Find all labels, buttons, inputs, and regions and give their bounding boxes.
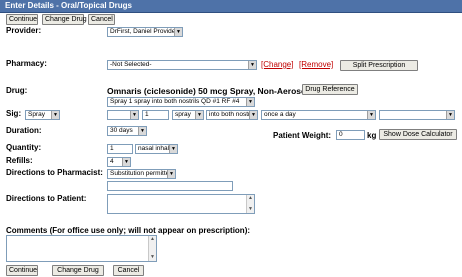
duration-select[interactable]: 30 days ▼ <box>107 126 147 136</box>
cancel-button-bottom[interactable]: Cancel <box>113 265 144 276</box>
sig-preset-select[interactable]: Spray 1 spray into both nostrils QD #1 R… <box>107 97 255 107</box>
scroll-down-icon[interactable]: ▼ <box>149 254 156 261</box>
pharmacy-select[interactable]: -Not Selected- ▼ <box>107 60 257 70</box>
sig-label: Sig: <box>6 109 22 118</box>
sig-unit-select[interactable]: spray ▼ <box>172 110 204 120</box>
drug-reference-button[interactable]: Drug Reference <box>302 84 358 95</box>
chevron-down-icon: ▼ <box>246 98 254 106</box>
sig-type-value: Spray <box>28 111 45 118</box>
weight-unit: kg <box>367 131 377 140</box>
comments-label: Comments (For office use only; will not … <box>6 226 251 235</box>
chevron-down-icon: ▼ <box>51 111 59 119</box>
chevron-down-icon: ▼ <box>174 28 182 36</box>
comments-textarea[interactable]: ▲ ▼ <box>6 235 157 262</box>
scroll-up-icon[interactable]: ▲ <box>247 195 254 202</box>
sig-type-select[interactable]: Spray ▼ <box>25 110 60 120</box>
chevron-down-icon: ▼ <box>249 111 257 119</box>
chevron-down-icon: ▼ <box>169 145 177 153</box>
duration-value: 30 days <box>110 127 133 134</box>
drug-name: Omnaris (ciclesonide) 50 mcg Spray, Non-… <box>107 86 309 96</box>
quantity-unit-select[interactable]: nasal inhaler ▼ <box>135 144 178 154</box>
directions-patient-label: Directions to Patient: <box>6 194 87 203</box>
chevron-down-icon: ▼ <box>122 158 130 166</box>
sig-extra-select[interactable]: ▼ <box>379 110 455 120</box>
pharmacy-label: Pharmacy: <box>6 59 47 68</box>
chevron-down-icon: ▼ <box>167 170 175 178</box>
sig-frequency-select[interactable]: once a day ▼ <box>261 110 376 120</box>
chevron-down-icon: ▼ <box>138 127 146 135</box>
chevron-down-icon: ▼ <box>367 111 375 119</box>
sig-unit-value: spray <box>175 111 191 118</box>
pharmacist-note-input[interactable] <box>107 181 233 191</box>
provider-label: Provider: <box>6 26 42 35</box>
change-drug-button-bottom[interactable]: Change Drug <box>52 265 104 276</box>
continue-button-top[interactable]: Continue <box>6 14 38 25</box>
sig-frequency-value: once a day <box>264 111 296 118</box>
refills-label: Refills: <box>6 156 33 165</box>
continue-button-bottom[interactable]: Continue <box>6 265 38 276</box>
scrollbar[interactable]: ▲ ▼ <box>246 195 254 213</box>
chevron-down-icon: ▼ <box>248 61 256 69</box>
scroll-up-icon[interactable]: ▲ <box>149 236 156 243</box>
sig-preset-value: Spray 1 spray into both nostrils QD #1 R… <box>110 98 240 105</box>
duration-label: Duration: <box>6 126 42 135</box>
scrollbar[interactable]: ▲ ▼ <box>148 236 156 261</box>
scroll-down-icon[interactable]: ▼ <box>247 206 254 213</box>
directions-patient-textarea[interactable]: ▲ ▼ <box>107 194 255 214</box>
directions-pharmacist-label: Directions to Pharmacist: <box>6 168 103 177</box>
patient-weight-input[interactable]: 0 <box>336 130 365 140</box>
sig-route-select[interactable]: into both nostrils ▼ <box>206 110 258 120</box>
drug-label: Drug: <box>6 86 28 95</box>
substitution-value: Substitution permitted <box>110 170 173 177</box>
quantity-label: Quantity: <box>6 143 42 152</box>
provider-select[interactable]: DrFirst, Daniel Provider ▼ <box>107 27 183 37</box>
chevron-down-icon: ▼ <box>446 111 454 119</box>
chevron-down-icon: ▼ <box>195 111 203 119</box>
show-dose-calculator-button[interactable]: Show Dose Calculator <box>379 129 457 140</box>
pharmacy-value: -Not Selected- <box>110 61 152 68</box>
split-prescription-button[interactable]: Split Prescription <box>340 60 418 71</box>
refills-select[interactable]: 4 ▼ <box>107 157 131 167</box>
page-header: Enter Details - Oral/Topical Drugs <box>0 0 462 13</box>
provider-value: DrFirst, Daniel Provider <box>110 28 178 35</box>
chevron-down-icon: ▼ <box>130 111 138 119</box>
sig-qty-input[interactable]: 1 <box>142 110 169 120</box>
patient-weight-label: Patient Weight: <box>273 131 332 140</box>
cancel-button-top[interactable]: Cancel <box>88 14 115 25</box>
sig-action-select[interactable]: ▼ <box>107 110 139 120</box>
change-drug-button-top[interactable]: Change Drug <box>42 14 87 25</box>
quantity-input[interactable]: 1 <box>107 144 133 154</box>
substitution-select[interactable]: Substitution permitted ▼ <box>107 169 176 179</box>
refills-value: 4 <box>110 158 114 165</box>
pharmacy-remove-link[interactable]: [Remove] <box>299 60 333 69</box>
pharmacy-change-link[interactable]: [Change] <box>261 60 293 69</box>
